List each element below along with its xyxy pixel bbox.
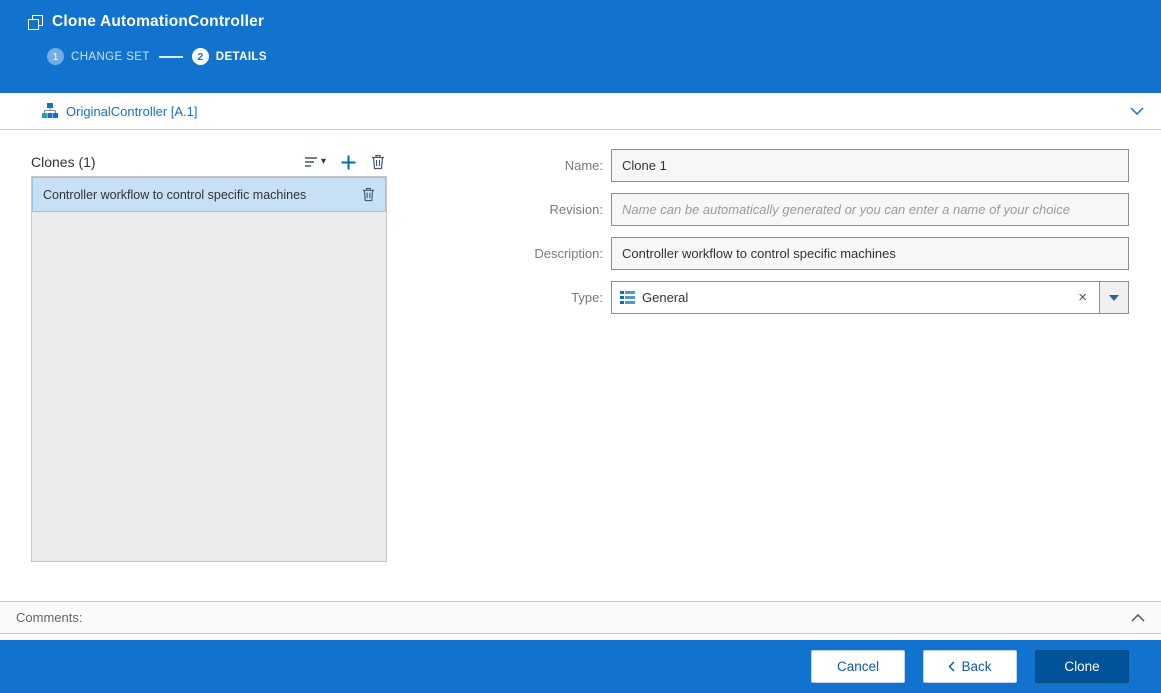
clone-item-label: Controller workflow to control specific … xyxy=(43,188,352,202)
clone-list: Controller workflow to control specific … xyxy=(31,176,387,562)
step-label: CHANGE SET xyxy=(71,51,150,63)
clone-list-item[interactable]: Controller workflow to control specific … xyxy=(32,177,386,212)
step-number: 1 xyxy=(47,48,64,65)
clones-toolbar: ▾ xyxy=(305,154,387,170)
delete-clone-button[interactable] xyxy=(371,154,385,170)
sort-filter-icon xyxy=(305,156,319,169)
step-change-set[interactable]: 1 CHANGE SET xyxy=(47,48,150,65)
step-label: DETAILS xyxy=(216,51,267,63)
chevron-up-icon[interactable] xyxy=(1131,614,1145,622)
back-button[interactable]: Back xyxy=(923,650,1017,683)
plus-icon xyxy=(341,155,356,170)
cancel-button[interactable]: Cancel xyxy=(811,650,905,683)
caret-down-icon xyxy=(1109,295,1119,301)
step-details[interactable]: 2 DETAILS xyxy=(192,48,267,65)
hierarchy-icon xyxy=(42,103,58,119)
add-clone-button[interactable] xyxy=(341,155,356,170)
chevron-down-icon[interactable] xyxy=(1130,107,1144,115)
clear-type-button[interactable]: × xyxy=(1074,288,1091,307)
caret-down-icon: ▾ xyxy=(321,157,326,167)
name-label: Name: xyxy=(483,158,603,173)
sort-filter-button[interactable]: ▾ xyxy=(305,156,326,169)
description-input[interactable] xyxy=(611,237,1129,270)
type-combo: General × xyxy=(611,281,1129,314)
step-connector xyxy=(159,56,183,58)
comments-label: Comments: xyxy=(16,610,82,625)
back-button-label: Back xyxy=(961,659,991,674)
dialog-footer: Cancel Back Clone xyxy=(0,640,1161,693)
dialog-title-row: Clone AutomationController xyxy=(28,13,1145,31)
clones-panel: Clones (1) ▾ xyxy=(31,149,387,601)
type-row: Type: General × xyxy=(483,281,1129,314)
name-input[interactable] xyxy=(611,149,1129,182)
trash-icon xyxy=(362,187,375,202)
step-indicator: 1 CHANGE SET 2 DETAILS xyxy=(47,48,1145,65)
revision-label: Revision: xyxy=(483,202,603,217)
details-form: Name: Revision: Description: Type: xyxy=(483,149,1129,601)
clones-panel-title: Clones (1) xyxy=(31,154,96,170)
context-object-label: OriginalController [A.1] xyxy=(66,104,198,119)
dialog-header: Clone AutomationController 1 CHANGE SET … xyxy=(0,0,1161,93)
type-dropdown-button[interactable] xyxy=(1099,281,1129,314)
description-row: Description: xyxy=(483,237,1129,270)
context-bar: OriginalController [A.1] xyxy=(0,93,1161,130)
description-label: Description: xyxy=(483,246,603,261)
chevron-left-icon xyxy=(948,661,955,672)
revision-input[interactable] xyxy=(611,193,1129,226)
clone-button[interactable]: Clone xyxy=(1035,650,1129,683)
revision-row: Revision: xyxy=(483,193,1129,226)
type-icon xyxy=(620,291,635,304)
name-row: Name: xyxy=(483,149,1129,182)
type-label: Type: xyxy=(483,290,603,305)
clones-panel-header: Clones (1) ▾ xyxy=(31,149,387,175)
type-combo-field[interactable]: General × xyxy=(611,281,1100,314)
clone-automationcontroller-dialog: Clone AutomationController 1 CHANGE SET … xyxy=(0,0,1161,693)
remove-clone-button[interactable] xyxy=(362,187,375,202)
step-number: 2 xyxy=(192,48,209,65)
type-value: General xyxy=(642,290,688,305)
trash-icon xyxy=(371,154,385,170)
dialog-title: Clone AutomationController xyxy=(52,13,264,31)
clone-icon xyxy=(28,15,43,30)
comments-section: Comments: xyxy=(0,601,1161,634)
main-content: Clones (1) ▾ xyxy=(0,130,1161,601)
